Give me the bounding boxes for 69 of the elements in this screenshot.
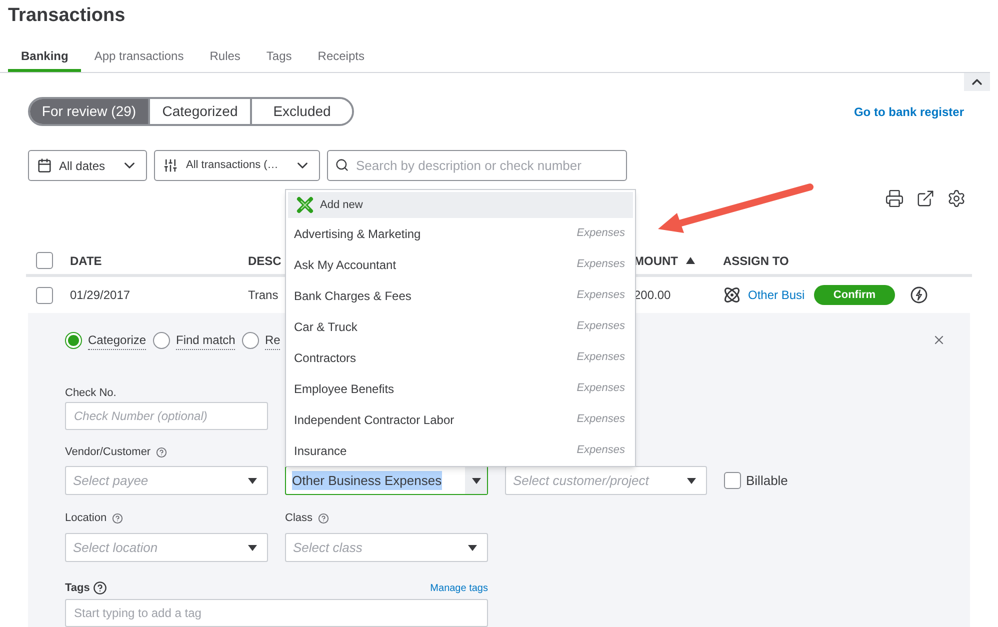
help-icon[interactable] bbox=[318, 512, 329, 524]
lightning-icon[interactable] bbox=[910, 286, 928, 304]
category-option[interactable]: Advertising & Marketing Expenses bbox=[286, 218, 635, 249]
checkbox[interactable] bbox=[36, 252, 53, 269]
tab[interactable]: App transactions bbox=[81, 42, 197, 72]
tags-field[interactable]: Start typing to add a tag bbox=[65, 599, 488, 627]
description-cell: Trans bbox=[248, 288, 278, 302]
radio-button[interactable] bbox=[153, 332, 170, 348]
transaction-filter-dropdown[interactable]: All transactions (… bbox=[154, 150, 320, 181]
check-number-field[interactable]: Check Number (optional) bbox=[65, 402, 268, 430]
settings-icon[interactable] bbox=[947, 189, 966, 208]
category-option[interactable]: Ask My Accountant Expenses bbox=[286, 249, 635, 280]
radio-label[interactable]: Find match bbox=[176, 330, 236, 350]
column-header: DESC bbox=[248, 252, 282, 270]
category-option[interactable]: Insurance Expenses bbox=[286, 435, 635, 466]
close-icon[interactable] bbox=[932, 333, 946, 347]
caret-icon bbox=[468, 544, 477, 550]
category-option[interactable]: Bank Charges & Fees Expenses bbox=[286, 280, 635, 311]
tab[interactable]: Rules bbox=[196, 42, 254, 72]
category-link[interactable]: Other Busi bbox=[748, 286, 814, 304]
checkbox[interactable] bbox=[724, 472, 741, 489]
field-label: Vendor/Customer bbox=[65, 444, 151, 460]
caret-icon bbox=[687, 478, 696, 484]
date-filter-dropdown[interactable]: All dates bbox=[28, 150, 147, 181]
sliders-icon bbox=[163, 158, 178, 173]
atom-icon bbox=[723, 286, 741, 304]
segment-tab[interactable]: For review (29) bbox=[30, 99, 148, 124]
print-icon[interactable] bbox=[885, 189, 904, 208]
calendar-icon bbox=[37, 158, 52, 173]
category-select-field[interactable]: Other Business Expenses bbox=[285, 466, 488, 495]
column-header: ASSIGN TO bbox=[723, 252, 789, 270]
field-label: Class bbox=[285, 510, 313, 526]
search-icon bbox=[335, 158, 349, 172]
column-header: DATE bbox=[70, 252, 102, 270]
field-label: Check No. bbox=[65, 386, 116, 401]
cross-icon bbox=[296, 196, 314, 214]
radio-label[interactable]: Re bbox=[265, 330, 280, 350]
segment-tab[interactable]: Excluded bbox=[250, 99, 352, 124]
checkbox[interactable] bbox=[36, 286, 53, 304]
radio-button[interactable] bbox=[65, 332, 82, 348]
category-option[interactable]: Contractors Expenses bbox=[286, 342, 635, 373]
help-icon[interactable] bbox=[156, 446, 167, 458]
caret-icon bbox=[472, 478, 480, 484]
search-field[interactable]: Search by description or check number bbox=[327, 150, 627, 181]
page-title: Transactions bbox=[8, 5, 126, 26]
date-cell: 01/29/2017 bbox=[70, 288, 130, 302]
radio-button[interactable] bbox=[242, 332, 259, 348]
category-option[interactable]: Car & Truck Expenses bbox=[286, 311, 635, 342]
amount-cell: 200.00 bbox=[634, 288, 671, 302]
sort-up-icon bbox=[686, 257, 695, 264]
tab[interactable]: Receipts bbox=[304, 42, 378, 72]
radio-label[interactable]: Categorize bbox=[88, 330, 146, 350]
category-option[interactable]: Employee Benefits Expenses bbox=[286, 373, 635, 404]
add-new-option[interactable]: Add new bbox=[288, 192, 633, 218]
category-option[interactable]: Independent Contractor Labor Expenses bbox=[286, 404, 635, 435]
help-icon[interactable] bbox=[92, 581, 107, 595]
bank-register-link[interactable]: Go to bank register bbox=[854, 102, 964, 120]
caret-icon bbox=[248, 544, 257, 550]
billable-label: Billable bbox=[746, 472, 788, 490]
caret-icon bbox=[248, 478, 257, 484]
help-icon[interactable] bbox=[112, 512, 123, 524]
field-label: Location bbox=[65, 510, 107, 526]
collapse-button[interactable] bbox=[964, 73, 990, 91]
column-header[interactable]: MOUNT bbox=[634, 252, 678, 270]
tab[interactable]: Tags bbox=[253, 42, 305, 72]
manage-tags-link[interactable]: Manage tags bbox=[430, 580, 488, 596]
export-icon[interactable] bbox=[916, 189, 935, 208]
field-label: Tags bbox=[65, 580, 90, 596]
tab[interactable]: Banking bbox=[8, 42, 82, 72]
